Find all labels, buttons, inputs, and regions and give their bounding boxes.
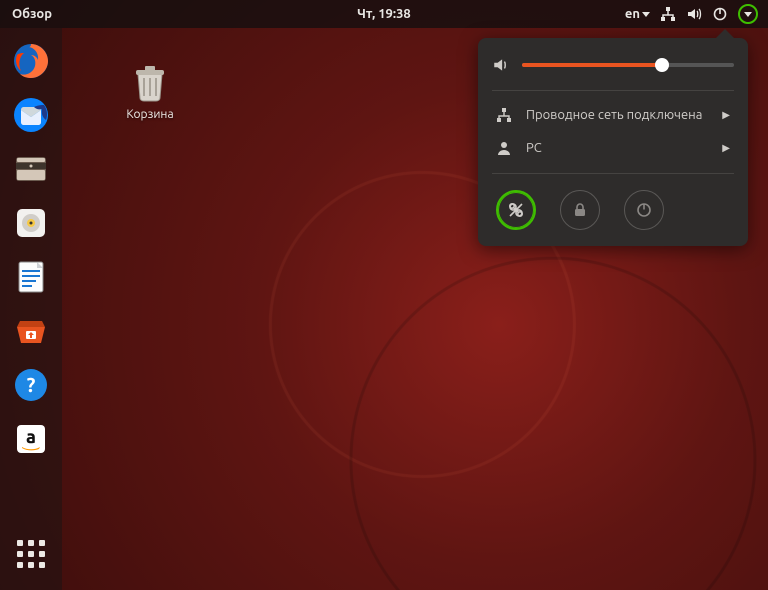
volume-slider-fill	[522, 63, 662, 67]
dock-item-amazon[interactable]: a	[7, 415, 55, 463]
volume-icon	[492, 56, 510, 74]
system-menu: Проводное сеть подключена ▶ PC ▶	[478, 38, 748, 246]
power-icon	[635, 201, 653, 219]
network-wired-icon	[496, 107, 512, 123]
svg-text:a: a	[26, 427, 36, 447]
trash-icon	[128, 60, 172, 104]
desktop-icon-label: Корзина	[126, 108, 173, 121]
top-bar: Обзор Чт, 19:38 en	[0, 0, 768, 28]
volume-row	[492, 56, 734, 74]
lock-button[interactable]	[560, 190, 600, 230]
action-buttons-row	[492, 182, 734, 230]
volume-icon[interactable]	[686, 6, 702, 22]
chevron-right-icon: ▶	[722, 142, 730, 154]
separator	[492, 173, 734, 174]
network-wired-icon[interactable]	[660, 6, 676, 22]
system-menu-toggle[interactable]	[738, 4, 758, 24]
show-applications-button[interactable]	[7, 530, 55, 578]
language-label: en	[625, 7, 640, 21]
chevron-right-icon: ▶	[722, 109, 730, 121]
dock-item-ubuntu-software[interactable]	[7, 307, 55, 355]
clock[interactable]: Чт, 19:38	[357, 7, 411, 21]
tray-area: en	[625, 4, 768, 24]
dock-item-rhythmbox[interactable]	[7, 199, 55, 247]
menu-item-label: PC	[526, 140, 708, 157]
chevron-down-icon	[744, 12, 752, 17]
power-button[interactable]	[624, 190, 664, 230]
keyboard-layout-indicator[interactable]: en	[625, 7, 650, 21]
volume-slider[interactable]	[522, 63, 734, 67]
activities-button[interactable]: Обзор	[0, 7, 64, 21]
dock: ? a	[0, 28, 62, 590]
desktop-icon-trash[interactable]: Корзина	[110, 60, 190, 121]
lock-icon	[571, 201, 589, 219]
dock-item-firefox[interactable]	[7, 37, 55, 85]
settings-button[interactable]	[496, 190, 536, 230]
dock-item-files[interactable]	[7, 145, 55, 193]
dock-item-thunderbird[interactable]	[7, 91, 55, 139]
dock-item-libreoffice-writer[interactable]	[7, 253, 55, 301]
svg-text:?: ?	[27, 373, 36, 396]
menu-item-label: Проводное сеть подключена	[526, 107, 708, 124]
dock-item-help[interactable]: ?	[7, 361, 55, 409]
menu-item-network[interactable]: Проводное сеть подключена ▶	[492, 99, 734, 132]
chevron-down-icon	[642, 12, 650, 17]
settings-icon	[507, 201, 525, 219]
user-icon	[496, 140, 512, 156]
volume-slider-thumb[interactable]	[655, 58, 669, 72]
separator	[492, 90, 734, 91]
power-icon[interactable]	[712, 6, 728, 22]
menu-item-user[interactable]: PC ▶	[492, 132, 734, 165]
